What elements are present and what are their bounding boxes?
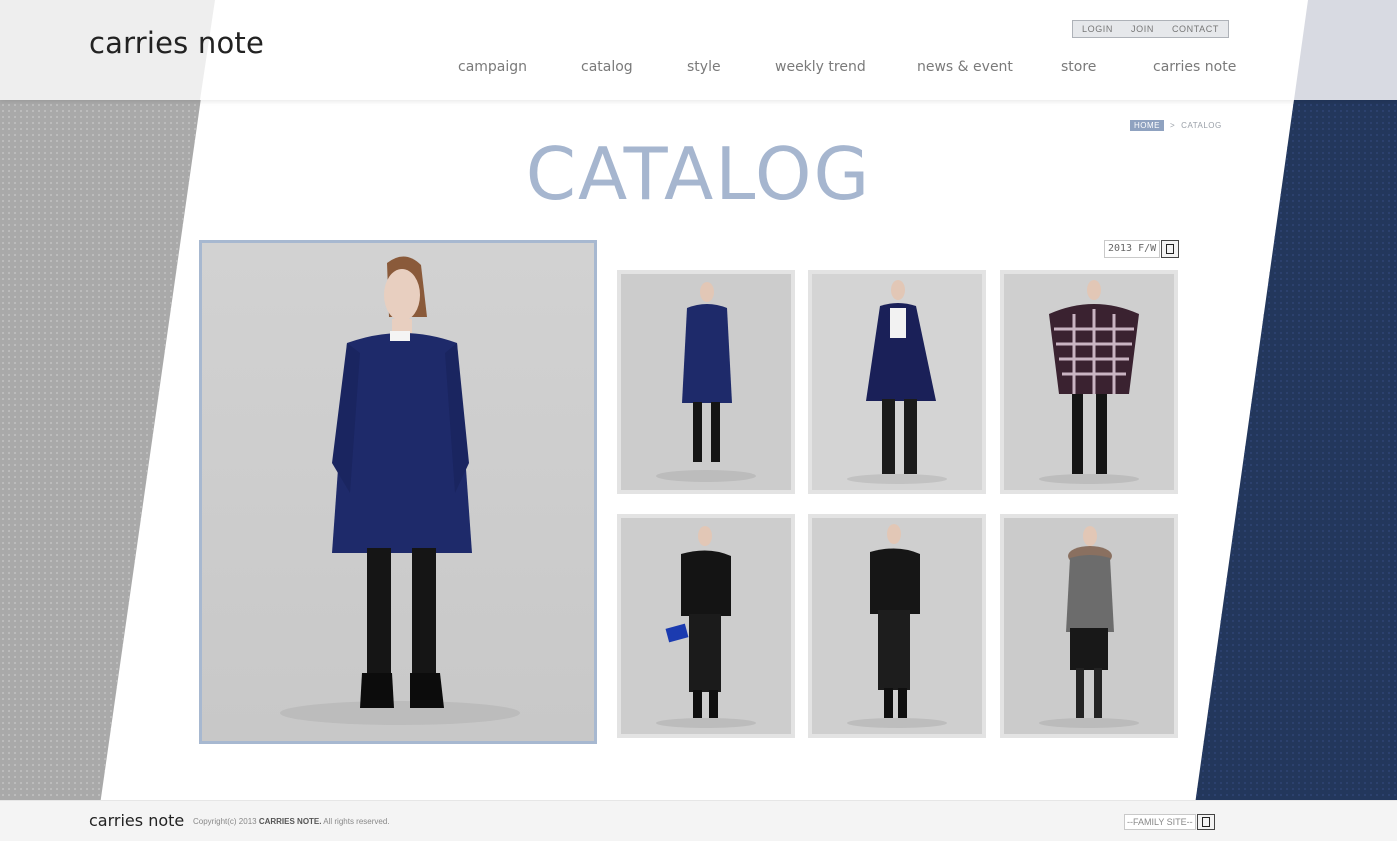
login-link[interactable]: LOGIN [1082, 24, 1113, 34]
util-links: LOGIN JOIN CONTACT [1072, 20, 1229, 38]
model-black-top-side-thumb [812, 518, 982, 734]
main-catalog-photo [199, 240, 597, 744]
breadcrumb-current: CATALOG [1181, 121, 1222, 130]
copyright-brand: CARRIES NOTE. [258, 817, 322, 826]
chevron-down-icon [1166, 244, 1175, 254]
model-plaid-cape-thumb [1004, 274, 1174, 490]
chevron-down-icon [1201, 817, 1210, 827]
breadcrumb-home[interactable]: HOME [1130, 120, 1164, 131]
footer-logo: carries note [89, 811, 185, 830]
nav-carries-note[interactable]: carries note [1153, 59, 1236, 75]
family-site-dropdown-button[interactable] [1196, 814, 1215, 830]
catalog-thumb-6[interactable] [1000, 514, 1178, 738]
join-link[interactable]: JOIN [1131, 24, 1154, 34]
nav-weekly-trend[interactable]: weekly trend [775, 59, 866, 75]
nav-style[interactable]: style [687, 59, 721, 75]
main-nav: campaign catalog style weekly trend news… [458, 59, 1236, 79]
catalog-thumb-5[interactable] [808, 514, 986, 738]
model-black-top-clutch-thumb [621, 518, 791, 734]
copyright-prefix: Copyright(c) 2013 [193, 817, 259, 826]
family-site-select[interactable]: --FAMILY SITE-- [1124, 814, 1215, 830]
model-navy-coat-image [202, 243, 594, 741]
season-dropdown-button[interactable] [1161, 240, 1180, 258]
catalog-thumb-2[interactable] [808, 270, 986, 494]
nav-news-event[interactable]: news & event [917, 59, 1013, 75]
model-navy-coat-thumb [621, 274, 791, 490]
copyright-text: Copyright(c) 2013 CARRIES NOTE. All righ… [193, 817, 390, 826]
breadcrumb: HOME > CATALOG [1130, 120, 1222, 131]
nav-store[interactable]: store [1061, 59, 1096, 75]
family-site-value[interactable]: --FAMILY SITE-- [1124, 814, 1196, 830]
nav-catalog[interactable]: catalog [581, 59, 633, 75]
catalog-thumb-3[interactable] [1000, 270, 1178, 494]
brand-logo[interactable]: carries note [89, 26, 264, 60]
breadcrumb-separator: > [1170, 121, 1176, 130]
season-select-value[interactable]: 2013 F/W [1104, 240, 1161, 258]
model-black-blazer-thumb [812, 274, 982, 490]
nav-campaign[interactable]: campaign [458, 59, 527, 75]
catalog-thumb-4[interactable] [617, 514, 795, 738]
copyright-suffix: All rights reserved. [321, 817, 390, 826]
catalog-thumb-1[interactable] [617, 270, 795, 494]
contact-link[interactable]: CONTACT [1172, 24, 1219, 34]
header: carries note LOGIN JOIN CONTACT campaign… [0, 0, 1397, 100]
footer: carries note Copyright(c) 2013 CARRIES N… [0, 800, 1397, 841]
season-select[interactable]: 2013 F/W [1104, 240, 1180, 258]
model-fur-collar-coat-thumb [1004, 518, 1174, 734]
page-title: CATALOG [525, 132, 872, 216]
